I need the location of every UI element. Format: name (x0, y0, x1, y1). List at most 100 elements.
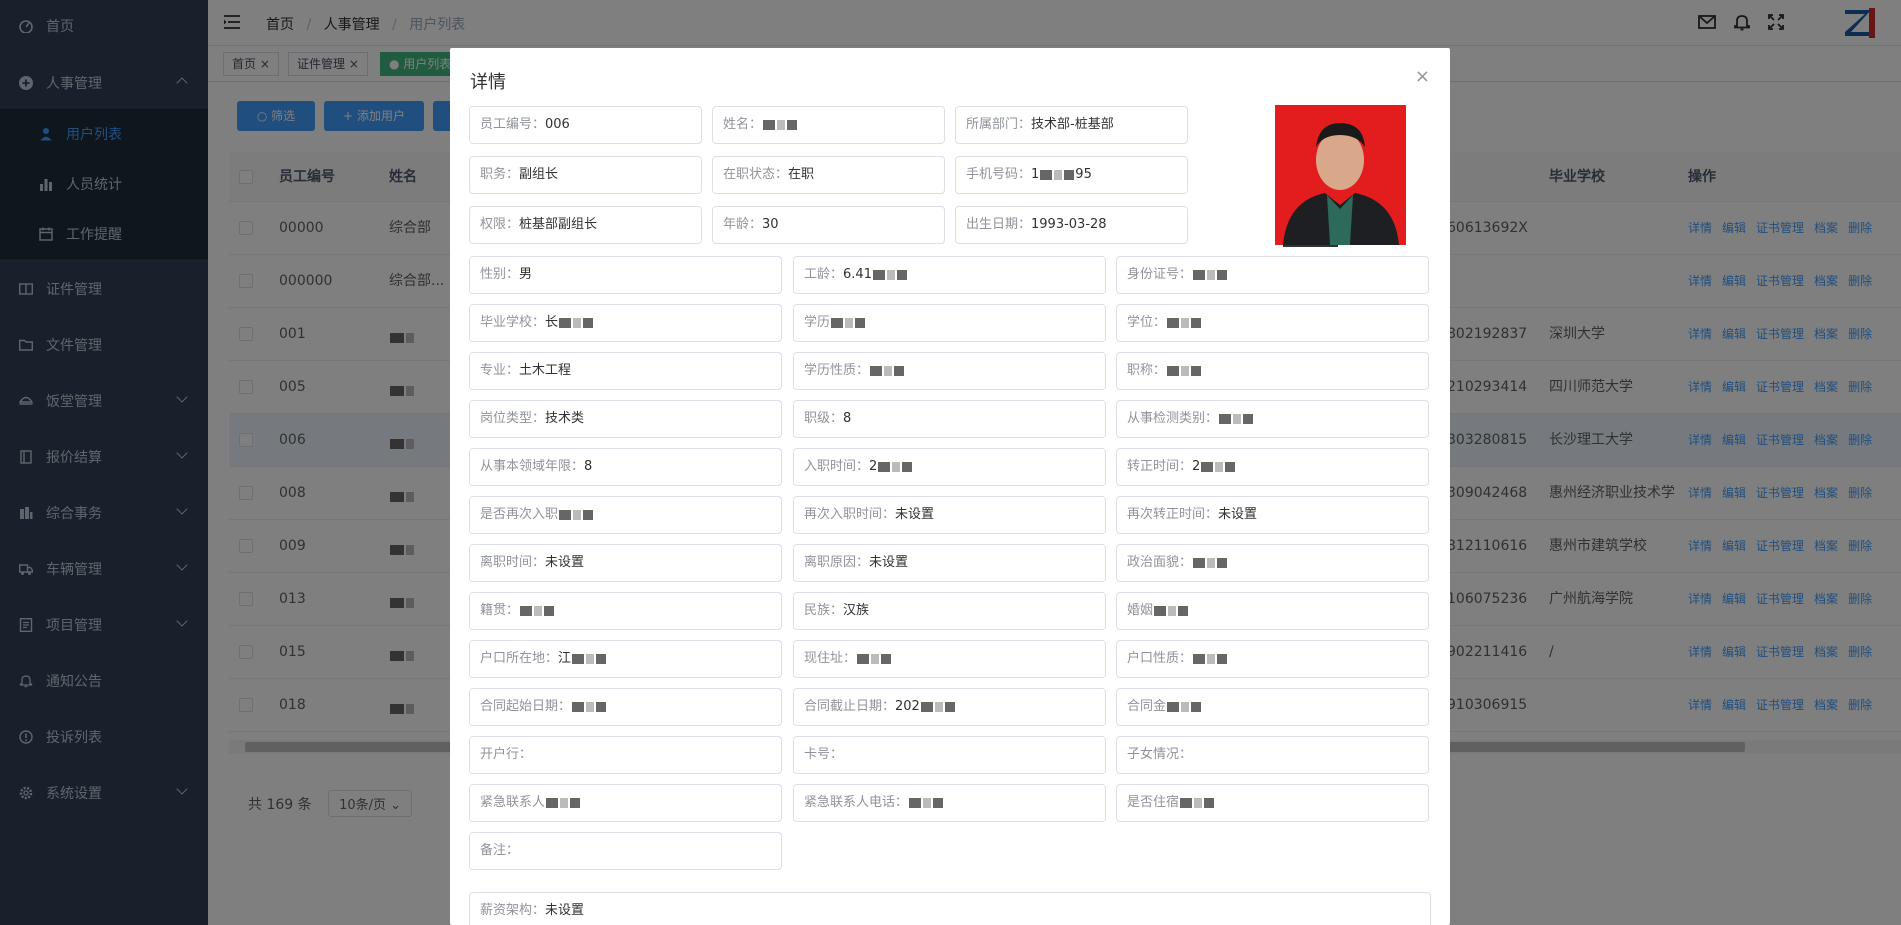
field-label: 身份证号： (1127, 267, 1193, 282)
redacted-value (545, 795, 581, 810)
field-grid-22: 民族：汉族 (793, 592, 1106, 630)
field-label: 籍贯： (480, 603, 520, 618)
field-5: 手机号码：1 95 (955, 156, 1188, 194)
redacted-value (1179, 795, 1215, 810)
field-label: 是否再次入职 (480, 507, 559, 522)
field-grid-3: 毕业学校：长 (469, 304, 782, 342)
field-salary: 薪资架构：未设置 (469, 892, 1431, 925)
field-grid-13: 入职时间：2 (793, 448, 1106, 486)
field-grid-18: 离职时间：未设置 (469, 544, 782, 582)
dialog-title: 详情 (470, 72, 506, 93)
field-grid-17: 再次转正时间：未设置 (1116, 496, 1429, 534)
field-label: 学历 (804, 315, 831, 330)
field-grid-35: 是否住宿 (1116, 784, 1429, 822)
field-grid-29: 合同金 (1116, 688, 1429, 726)
field-grid-12: 从事本领域年限：8 (469, 448, 782, 486)
field-grid-26: 户口性质： (1116, 640, 1429, 678)
detail-dialog: 详情 × 员工编号：006 姓名： 所属部门：技术部-桩基部 职务：副组长 在职状态：在… (450, 48, 1450, 925)
field-label: 姓名： (723, 117, 763, 132)
redacted-value (869, 363, 905, 378)
field-grid-34: 紧急联系人电话： (793, 784, 1106, 822)
field-grid-7: 学历性质： (793, 352, 1106, 390)
field-label: 所属部门： (966, 117, 1032, 132)
field-grid-31: 卡号： (793, 736, 1106, 774)
redacted-value (908, 795, 944, 810)
field-value: 在职 (788, 167, 815, 182)
field-label: 学位： (1127, 315, 1167, 330)
field-value: 桩基部副组长 (519, 217, 598, 232)
field-label: 毕业学校： (480, 315, 546, 330)
field-grid-16: 再次入职时间：未设置 (793, 496, 1106, 534)
field-grid-9: 岗位类型：技术类 (469, 400, 782, 438)
field-grid-6: 专业：土木工程 (469, 352, 782, 390)
field-grid-28: 合同截止日期：202 (793, 688, 1106, 726)
field-value: 8 (584, 459, 593, 474)
field-value: 8 (843, 411, 852, 426)
field-value: 江 (558, 651, 572, 666)
field-value: 202 (895, 699, 920, 714)
field-value: 男 (519, 267, 533, 282)
field-2: 所属部门：技术部-桩基部 (955, 106, 1188, 144)
field-value: 006 (545, 117, 570, 132)
field-label: 入职时间： (804, 459, 870, 474)
field-label: 合同截止日期： (804, 699, 896, 714)
field-label: 婚姻 (1127, 603, 1154, 618)
field-value: 技术类 (545, 411, 585, 426)
close-icon[interactable]: × (1415, 66, 1430, 87)
field-label: 手机号码： (966, 167, 1032, 182)
redacted-value (1166, 315, 1202, 330)
redacted-value (1166, 699, 1202, 714)
redacted-value (558, 507, 594, 522)
field-value: 6.41 (843, 267, 872, 282)
field-label: 从事本领域年限： (480, 459, 585, 474)
field-label: 专业： (480, 363, 520, 378)
redacted-value (519, 603, 555, 618)
field-grid-0: 性别：男 (469, 256, 782, 294)
redacted-value (1039, 167, 1075, 182)
field-label: 在职状态： (723, 167, 789, 182)
field-label: 职称： (1127, 363, 1167, 378)
field-label: 离职时间： (480, 555, 546, 570)
phone-tail: 95 (1075, 167, 1092, 182)
field-grid-36: 备注： (469, 832, 782, 870)
field-value: 1993-03-28 (1031, 217, 1107, 232)
field-8: 出生日期：1993-03-28 (955, 206, 1188, 244)
field-label: 政治面貌： (1127, 555, 1193, 570)
field-grid-10: 职级：8 (793, 400, 1106, 438)
field-grid-25: 现住址： (793, 640, 1106, 678)
field-label: 工龄： (804, 267, 844, 282)
redacted-value (1166, 363, 1202, 378)
field-grid-14: 转正时间：2 (1116, 448, 1429, 486)
field-label: 出生日期： (966, 217, 1032, 232)
field-grid-30: 开户行： (469, 736, 782, 774)
field-grid-15: 是否再次入职 (469, 496, 782, 534)
field-value: 未设置 (545, 903, 585, 918)
field-grid-8: 职称： (1116, 352, 1429, 390)
field-grid-23: 婚姻 (1116, 592, 1429, 630)
field-value: 土木工程 (519, 363, 572, 378)
field-value: 未设置 (1218, 507, 1258, 522)
field-value: 汉族 (843, 603, 870, 618)
field-label: 从事检测类别： (1127, 411, 1219, 426)
field-value: 未设置 (895, 507, 935, 522)
field-label: 性别： (480, 267, 520, 282)
field-label: 民族： (804, 603, 844, 618)
field-label: 合同起始日期： (480, 699, 572, 714)
field-value: 30 (762, 217, 779, 232)
field-grid-27: 合同起始日期： (469, 688, 782, 726)
field-grid-1: 工龄：6.41 (793, 256, 1106, 294)
field-label: 职级： (804, 411, 844, 426)
field-label: 学历性质： (804, 363, 870, 378)
field-grid-2: 身份证号： (1116, 256, 1429, 294)
field-label: 再次入职时间： (804, 507, 896, 522)
field-label: 岗位类型： (480, 411, 546, 426)
field-label: 紧急联系人电话： (804, 795, 909, 810)
redacted-value (1192, 267, 1228, 282)
redacted-value (920, 699, 956, 714)
field-1: 姓名： (712, 106, 945, 144)
field-grid-24: 户口所在地：江 (469, 640, 782, 678)
field-label: 子女情况： (1127, 747, 1193, 762)
redacted-value (1200, 459, 1236, 474)
field-7: 年龄：30 (712, 206, 945, 244)
field-label: 紧急联系人 (480, 795, 546, 810)
